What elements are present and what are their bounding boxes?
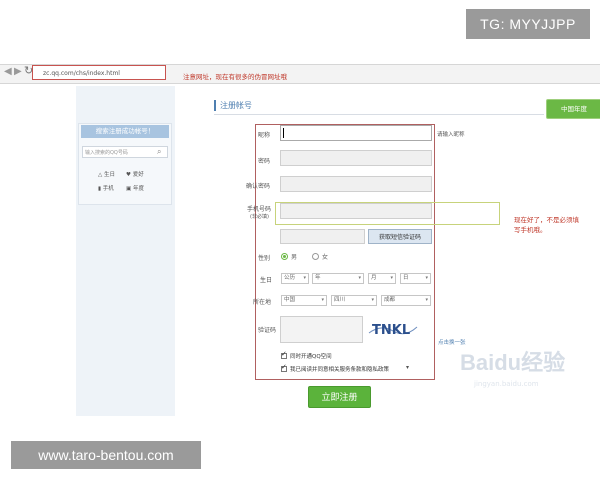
agree-terms-checkbox[interactable] (281, 363, 287, 372)
get-sms-code-button[interactable]: 获取短信验证码 (368, 229, 432, 244)
svg-text:TNKL: TNKL (372, 323, 410, 338)
country-select[interactable]: 中国 ▾ (281, 295, 327, 306)
confirm-password-field[interactable] (280, 176, 432, 192)
watermark-top: TG: MYYJJPP (466, 9, 590, 39)
url-warning-note: 注意网址，现在有很多的伪冒网址哦 (183, 73, 287, 81)
birthday-label: 生日 (260, 277, 273, 284)
captcha-image[interactable]: TNKL (367, 318, 419, 340)
page-title: 注册帐号 (214, 100, 252, 111)
captcha-label: 验证码 (258, 327, 277, 334)
birth-year-select[interactable]: 年 ▾ (312, 273, 364, 284)
register-button[interactable]: 立即注册 (308, 386, 371, 408)
baidu-url-watermark: jingyan.baidu.com (474, 380, 539, 388)
location-label: 所在地 (253, 299, 272, 306)
phone-annotation: 现在好了，不是必须填 写手机哦。 (514, 216, 579, 234)
captcha-field[interactable] (280, 316, 363, 343)
nickname-field[interactable] (280, 125, 432, 141)
text-caret (283, 128, 284, 138)
sms-code-field[interactable] (280, 229, 365, 244)
arrow-left-icon[interactable]: ◀ (4, 66, 12, 77)
phone-field[interactable] (280, 203, 432, 219)
birth-month-select[interactable]: 月 ▾ (368, 273, 396, 284)
calendar-type-select[interactable]: 公历 ▾ (281, 273, 309, 284)
corner-badge[interactable]: 中国年度 (546, 99, 600, 119)
gender-label: 性别 (258, 255, 271, 262)
gender-female-label: 女 (322, 254, 329, 261)
password-field[interactable] (280, 150, 432, 166)
agree-terms-label: 我已阅读并同意相关服务条款和隐私政策 (290, 367, 390, 373)
phone-label: 手机号码 (247, 206, 272, 213)
chevron-down-icon[interactable]: ▾ (406, 364, 409, 371)
search-icon[interactable]: ⌕ (157, 147, 161, 157)
left-link-phone[interactable]: ▮ 手机 (98, 184, 114, 192)
baidu-logo-watermark: Baidu经验 (460, 350, 566, 375)
left-link-hobby[interactable]: ♥ 爱好 (126, 170, 144, 178)
title-divider (214, 114, 544, 115)
arrow-right-icon[interactable]: ▶ (14, 66, 22, 77)
gender-male-radio[interactable] (281, 253, 288, 260)
password-label: 密码 (258, 158, 271, 165)
nickname-hint: 请输入昵称 (437, 132, 465, 138)
left-panel-title: 搜索注册成功帐号！ (81, 125, 169, 138)
watermark-bottom: www.taro-bentou.com (11, 441, 201, 469)
confirm-password-label: 确认密码 (246, 183, 271, 190)
open-space-checkbox[interactable] (281, 350, 287, 359)
left-link-birthday[interactable]: △ 生日 (98, 170, 115, 178)
left-link-year[interactable]: ▣ 年度 (126, 184, 144, 192)
nickname-label: 昵称 (258, 132, 271, 139)
open-space-label: 同时开通QQ空间 (290, 354, 332, 360)
city-select[interactable]: 成都 ▾ (381, 295, 431, 306)
gender-male-label: 男 (291, 254, 298, 261)
province-select[interactable]: 四川 ▾ (331, 295, 377, 306)
phone-optional-note: (非必填) (250, 214, 269, 220)
url-field[interactable]: zc.qq.com/chs/index.html (32, 65, 166, 80)
birth-day-select[interactable]: 日 ▾ (400, 273, 431, 284)
gender-female-radio[interactable] (312, 253, 319, 260)
left-search-input[interactable]: 输入搜索的QQ号码 (82, 146, 168, 158)
